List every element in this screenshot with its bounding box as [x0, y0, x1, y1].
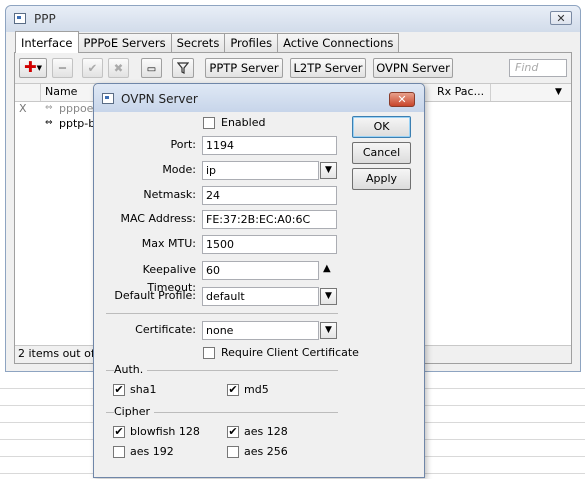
cancel-button[interactable]: Cancel — [352, 142, 411, 164]
enable-icon: ✔ — [87, 61, 98, 75]
aes-256-label: aes 256 — [244, 445, 288, 458]
divider — [106, 313, 338, 314]
require-client-certificate-checkbox[interactable] — [203, 347, 215, 359]
ovpn-server-button[interactable]: OVPN Server — [373, 58, 453, 78]
window-icon — [102, 93, 114, 104]
port-label: Port: — [170, 138, 196, 151]
aes-128-checkbox[interactable]: ✔ — [227, 426, 239, 438]
pptp-server-button[interactable]: PPTP Server — [205, 58, 283, 78]
filter-button[interactable] — [172, 58, 194, 78]
netmask-field[interactable]: 24 — [202, 186, 337, 205]
sha1-checkbox[interactable]: ✔ — [113, 384, 125, 396]
mode-select[interactable]: ip — [202, 161, 319, 180]
max-mtu-label: Max MTU: — [141, 237, 196, 250]
default-profile-label: Default Profile: — [114, 289, 196, 302]
remove-button[interactable]: ━ — [52, 58, 73, 78]
ok-button[interactable]: OK — [352, 116, 411, 138]
md5-label: md5 — [244, 383, 269, 396]
apply-button[interactable]: Apply — [352, 168, 411, 190]
dialog-close-button[interactable]: ✕ — [389, 92, 415, 107]
interface-icon: ⇔ — [45, 118, 53, 128]
rx-packets-column-header[interactable]: Rx Pac... — [433, 84, 491, 101]
row-name: pptp-b — [59, 117, 96, 130]
add-button[interactable]: ✚▼ — [19, 58, 47, 78]
aes-128-label: aes 128 — [244, 425, 288, 438]
chevron-down-icon[interactable]: ▼ — [320, 322, 337, 339]
toolbar: ✚▼ ━ ✔ ✖ ▭ PPTP Server L2TP Server OVPN … — [15, 53, 571, 83]
port-field[interactable]: 1194 — [202, 136, 337, 155]
tab-bar: Interface PPPoE Servers Secrets Profiles… — [15, 31, 400, 53]
aes-256-checkbox[interactable] — [227, 446, 239, 458]
md5-checkbox[interactable]: ✔ — [227, 384, 239, 396]
chevron-down-icon: ▼ — [36, 64, 42, 72]
ovpn-server-dialog: OVPN Server ✕ Enabled Port: 1194 Mode: i… — [93, 83, 425, 478]
tab-active-connections[interactable]: Active Connections — [277, 33, 400, 53]
columns-menu-icon[interactable]: ▼ — [551, 84, 571, 101]
comment-icon: ▭ — [146, 64, 157, 75]
tab-interface[interactable]: Interface — [15, 31, 79, 53]
mode-label: Mode: — [162, 163, 196, 176]
window-title: PPP — [34, 12, 56, 26]
enabled-label: Enabled — [221, 116, 266, 129]
remove-icon: ━ — [59, 61, 66, 75]
aes-192-label: aes 192 — [130, 445, 174, 458]
ppp-titlebar[interactable]: PPP ✕ — [6, 6, 580, 32]
blowfish-128-label: blowfish 128 — [130, 425, 200, 438]
mac-address-label: MAC Address: — [120, 212, 196, 225]
dialog-title: OVPN Server — [121, 92, 198, 106]
keepalive-timeout-label: Keepalive Timeout: — [142, 263, 196, 294]
enable-button[interactable]: ✔ — [82, 58, 103, 78]
mac-address-field[interactable]: FE:37:2B:EC:A0:6C — [202, 210, 337, 229]
filter-icon — [176, 62, 190, 74]
add-icon: ✚ — [24, 58, 37, 76]
max-mtu-field[interactable]: 1500 — [202, 235, 337, 254]
tab-secrets[interactable]: Secrets — [170, 33, 226, 53]
tab-profiles[interactable]: Profiles — [224, 33, 279, 53]
enabled-checkbox[interactable] — [203, 117, 215, 129]
chevron-down-icon[interactable]: ▼ — [320, 288, 337, 305]
comment-button[interactable]: ▭ — [141, 58, 162, 78]
cipher-section-label: Cipher — [114, 405, 154, 419]
interface-icon: ⇔ — [45, 103, 53, 113]
aes-192-checkbox[interactable] — [113, 446, 125, 458]
find-input[interactable]: Find — [509, 59, 567, 77]
keepalive-timeout-field[interactable]: 60 — [202, 261, 319, 280]
disable-icon: ✖ — [113, 61, 124, 75]
disable-button[interactable]: ✖ — [108, 58, 129, 78]
certificate-label: Certificate: — [135, 323, 196, 336]
sha1-label: sha1 — [130, 383, 157, 396]
tab-pppoe-servers[interactable]: PPPoE Servers — [77, 33, 172, 53]
chevron-down-icon[interactable]: ▼ — [320, 162, 337, 179]
netmask-label: Netmask: — [143, 188, 196, 201]
certificate-select[interactable]: none — [202, 321, 319, 340]
blowfish-128-checkbox[interactable]: ✔ — [113, 426, 125, 438]
close-button[interactable]: ✕ — [550, 11, 572, 25]
name-column-header[interactable]: Name — [41, 84, 101, 101]
row-flag: X — [19, 102, 27, 115]
window-icon — [14, 13, 26, 24]
require-client-certificate-label: Require Client Certificate — [221, 346, 359, 359]
row-name: pppoe — [59, 102, 94, 115]
l2tp-server-button[interactable]: L2TP Server — [290, 58, 366, 78]
auth-section-label: Auth. — [114, 363, 148, 377]
dialog-titlebar[interactable]: OVPN Server ✕ — [94, 84, 424, 112]
collapse-up-icon[interactable]: ▲ — [323, 263, 331, 274]
flag-column-header[interactable] — [15, 84, 41, 101]
default-profile-select[interactable]: default — [202, 287, 319, 306]
